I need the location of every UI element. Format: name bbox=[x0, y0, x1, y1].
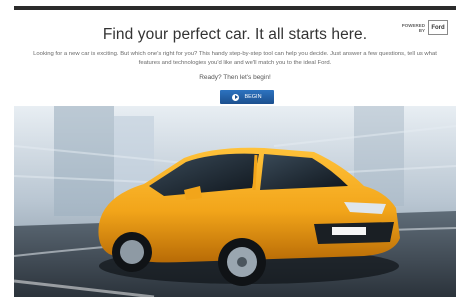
hero-image bbox=[14, 106, 456, 297]
page-title: Find your perfect car. It all starts her… bbox=[102, 26, 368, 43]
powered-line-1: POWERED bbox=[401, 22, 425, 28]
ready-prompt: Ready? Then let's begin! bbox=[199, 74, 271, 81]
car-illustration bbox=[14, 106, 456, 297]
begin-button[interactable]: BEGIN bbox=[220, 90, 274, 104]
description-text: Looking for a new car is exciting. But w… bbox=[33, 51, 437, 66]
finder-frame: Find your perfect car. It all starts her… bbox=[14, 6, 456, 297]
ford-logo: Ford bbox=[428, 20, 448, 35]
powered-by-badge: POWERED BY Ford bbox=[402, 20, 448, 35]
begin-button-label: BEGIN bbox=[244, 94, 262, 100]
play-circle-icon bbox=[232, 93, 240, 101]
intro-panel: Find your perfect car. It all starts her… bbox=[14, 10, 456, 118]
powered-by-label: POWERED BY bbox=[402, 23, 425, 33]
powered-line-2: BY bbox=[418, 27, 425, 33]
